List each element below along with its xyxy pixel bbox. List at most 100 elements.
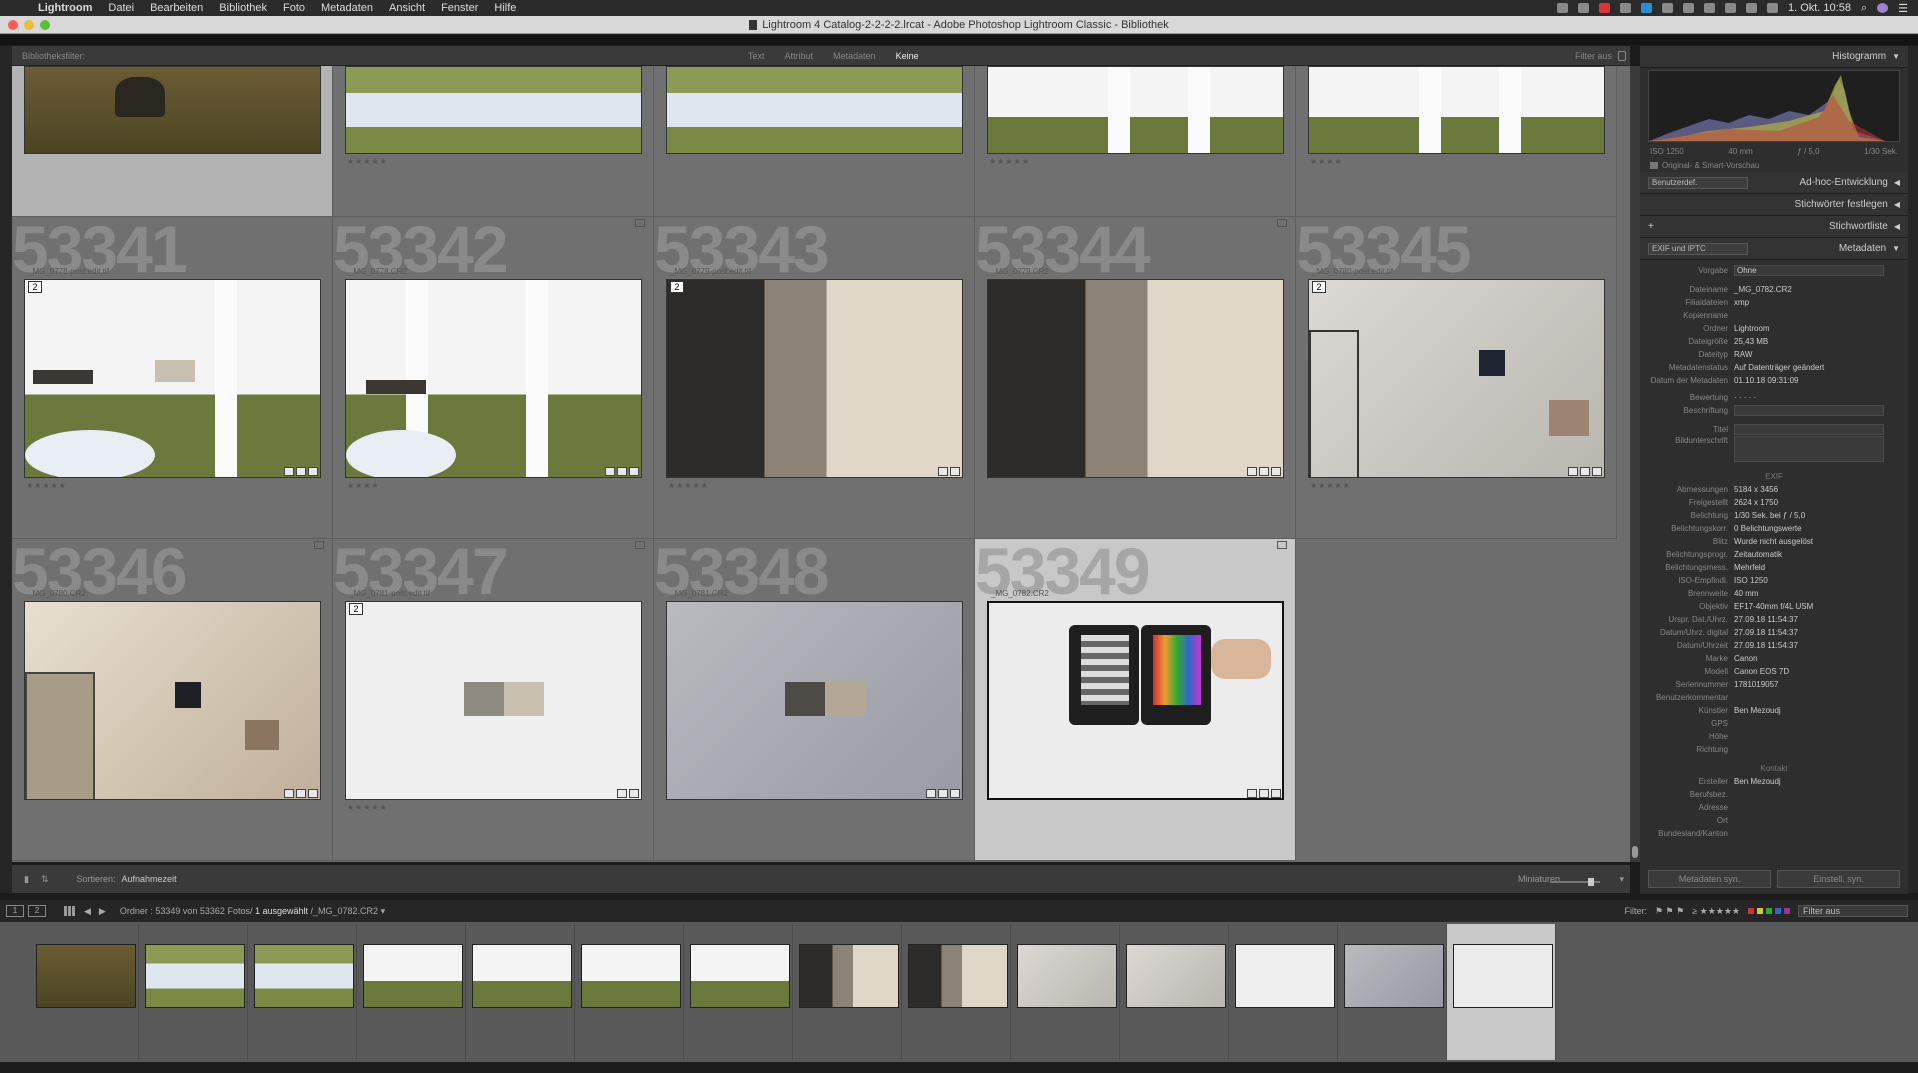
quick-develop-header[interactable]: Benutzerdef. Ad-hoc-Entwicklung ◀	[1640, 172, 1908, 194]
filmstrip-cell[interactable]	[1447, 924, 1556, 1060]
meta-value[interactable]: Auf Datenträger geändert	[1734, 363, 1824, 372]
toolbar-menu-icon[interactable]: ▾	[1619, 874, 1624, 885]
thumbnail[interactable]	[24, 279, 321, 478]
meta-value[interactable]: 01.10.18 09:31:09	[1734, 376, 1799, 385]
meta-value[interactable]: Mehrfeld	[1734, 563, 1765, 572]
menu-ansicht[interactable]: Ansicht	[381, 2, 433, 14]
close-window-icon[interactable]	[8, 20, 18, 30]
meta-value[interactable]: RAW	[1734, 350, 1752, 359]
label-field[interactable]	[1734, 405, 1884, 416]
meta-value[interactable]: xmp	[1734, 298, 1749, 307]
filmstrip-thumbnail[interactable]	[1235, 944, 1335, 1008]
thumbnail[interactable]	[345, 279, 642, 478]
menubar-clock[interactable]: 1. Okt. 10:58	[1788, 2, 1851, 14]
grid-view-icon[interactable]	[64, 906, 76, 916]
minimize-window-icon[interactable]	[24, 20, 34, 30]
tray-icon-4[interactable]	[1619, 3, 1631, 13]
meta-value[interactable]: Ben Mezoudj	[1734, 777, 1781, 786]
secondary-monitor-button[interactable]: 2	[28, 905, 46, 917]
meta-value[interactable]: Zeitautomatik	[1734, 550, 1782, 559]
filter-preset[interactable]: Filter aus	[1575, 51, 1612, 61]
grid-cell-53343[interactable]: 53343 _MG_0779-post.edit.tif 2 ★★★★★	[654, 217, 975, 539]
siri-icon[interactable]	[1877, 3, 1889, 13]
filmstrip-cell[interactable]	[248, 924, 357, 1060]
filter-metadata[interactable]: Metadaten	[827, 50, 882, 62]
rating-dots[interactable]: · · · · ·	[1734, 393, 1756, 402]
color-label-filter[interactable]	[1748, 908, 1790, 914]
right-edge[interactable]	[1908, 46, 1918, 893]
forward-arrow-icon[interactable]: ▶	[99, 906, 106, 917]
wifi-icon[interactable]	[1724, 3, 1736, 13]
filmstrip-thumbnail[interactable]	[908, 944, 1008, 1008]
thumbnail[interactable]	[666, 601, 963, 800]
meta-value[interactable]: Lightroom	[1734, 324, 1770, 333]
metadata-view-select[interactable]: EXIF und IPTC	[1648, 242, 1748, 255]
grid-cell-53348[interactable]: 53348 _MG_0781.CR2	[654, 539, 975, 861]
thumbnail[interactable]	[24, 601, 321, 800]
filmstrip-cell[interactable]	[30, 924, 139, 1060]
corner-flag-icon[interactable]	[635, 541, 645, 549]
filmstrip-cell[interactable]	[357, 924, 466, 1060]
sort-direction-icon[interactable]: ⇅	[41, 874, 49, 885]
meta-value[interactable]: 40 mm	[1734, 589, 1758, 598]
menu-metadaten[interactable]: Metadaten	[313, 2, 381, 14]
filmstrip-cell[interactable]	[684, 924, 793, 1060]
tray-icon-6[interactable]	[1661, 3, 1673, 13]
grid-cell-53339[interactable]: ★★★★★	[975, 66, 1296, 217]
keyword-list-header[interactable]: + Stichwortliste ◀	[1640, 216, 1908, 238]
filmstrip-thumbnail[interactable]	[1017, 944, 1117, 1008]
zoom-window-icon[interactable]	[40, 20, 50, 30]
filmstrip-thumbnail[interactable]	[254, 944, 354, 1008]
filmstrip-cell[interactable]	[139, 924, 248, 1060]
stack-badge[interactable]: 2	[1312, 281, 1326, 293]
primary-monitor-button[interactable]: 1	[6, 905, 24, 917]
filmstrip-cell[interactable]	[466, 924, 575, 1060]
filmstrip-thumbnail[interactable]	[145, 944, 245, 1008]
tray-icon-3[interactable]	[1598, 3, 1610, 13]
filmstrip-cell[interactable]	[1120, 924, 1229, 1060]
menu-bibliothek[interactable]: Bibliothek	[211, 2, 275, 14]
filmstrip-cell[interactable]	[793, 924, 902, 1060]
filmstrip-filter-select[interactable]: Filter aus	[1798, 905, 1908, 917]
flag-filter-icons[interactable]: ⚑ ⚑ ⚑	[1655, 906, 1684, 917]
meta-value[interactable]: 1/30 Sek. bei ƒ / 5,0	[1734, 511, 1805, 520]
filmstrip-thumbnail[interactable]	[1344, 944, 1444, 1008]
meta-value[interactable]: EF17-40mm f/4L USM	[1734, 602, 1813, 611]
painter-icon[interactable]: ▮	[24, 874, 29, 885]
filmstrip-thumbnail[interactable]	[690, 944, 790, 1008]
scroll-thumb[interactable]	[1632, 846, 1638, 858]
stack-badge[interactable]: 2	[670, 281, 684, 293]
rating-stars[interactable]: ★★★★★	[347, 157, 388, 166]
rating-stars[interactable]: ★★★★★	[668, 481, 709, 490]
rating-stars[interactable]: ★★★★★	[989, 157, 1030, 166]
grid-cell-53336[interactable]	[12, 66, 333, 217]
menu-bearbeiten[interactable]: Bearbeiten	[142, 2, 211, 14]
meta-value[interactable]: 27.09.18 11:54:37	[1734, 628, 1798, 637]
grid-cell-53341[interactable]: 53341 _MG_0778-post.edit.tif 2 ★★★★★	[12, 217, 333, 539]
filmstrip-cell[interactable]	[575, 924, 684, 1060]
sort-select[interactable]: Aufnahmezeit	[122, 874, 177, 884]
filmstrip-thumbnail[interactable]	[1453, 944, 1553, 1008]
menu-foto[interactable]: Foto	[275, 2, 313, 14]
corner-flag-icon[interactable]	[1277, 541, 1287, 549]
meta-value[interactable]: Canon	[1734, 654, 1758, 663]
meta-value[interactable]: 2624 x 1750	[1734, 498, 1778, 507]
tray-icon-2[interactable]	[1577, 3, 1589, 13]
meta-value[interactable]: Canon EOS 7D	[1734, 667, 1789, 676]
rating-stars[interactable]: ★★★★★	[1310, 481, 1351, 490]
bluetooth-icon[interactable]	[1703, 3, 1715, 13]
thumbnail-size-slider[interactable]	[1550, 878, 1600, 886]
rating-stars[interactable]: ★★★★★	[26, 481, 67, 490]
sync-metadata-button[interactable]: Metadaten syn.	[1648, 870, 1771, 888]
filmstrip-thumbnail[interactable]	[36, 944, 136, 1008]
filmstrip-cell[interactable]	[1011, 924, 1120, 1060]
grid-cell-53337[interactable]: ★★★★★	[333, 66, 654, 217]
back-arrow-icon[interactable]: ◀	[84, 906, 91, 917]
metadata-header[interactable]: EXIF und IPTC Metadaten ▼	[1640, 238, 1908, 260]
grid-cell-53338[interactable]	[654, 66, 975, 217]
filter-text[interactable]: Text	[742, 50, 771, 62]
corner-flag-icon[interactable]	[1277, 219, 1287, 227]
source-path[interactable]: Ordner : 53349 von 53362 Fotos/ 1 ausgew…	[120, 906, 385, 917]
corner-flag-icon[interactable]	[314, 541, 324, 549]
meta-value[interactable]: 0 Belichtungswerte	[1734, 524, 1802, 533]
